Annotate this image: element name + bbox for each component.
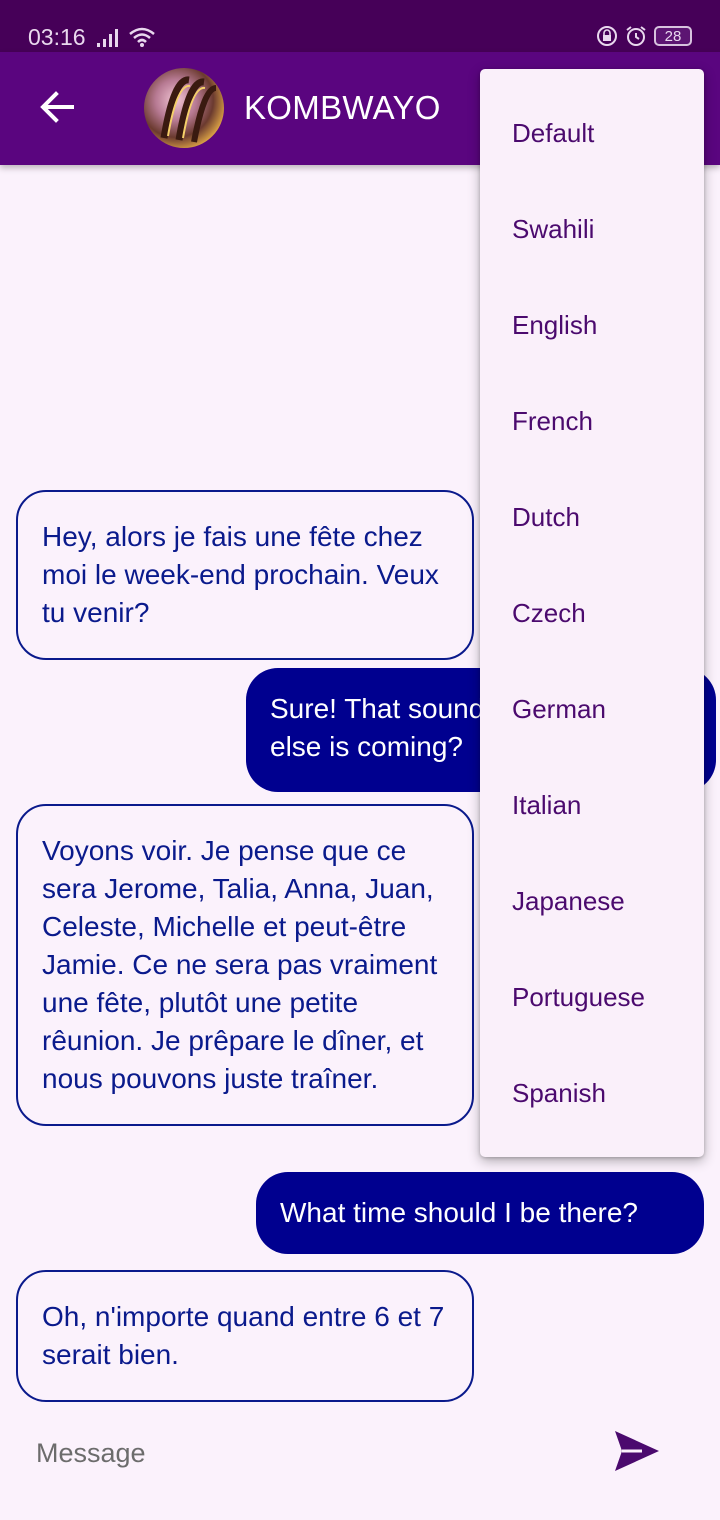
menu-item-japanese[interactable]: Japanese — [480, 853, 704, 949]
menu-item-french[interactable]: French — [480, 373, 704, 469]
avatar-image — [160, 76, 217, 143]
menu-item-dutch[interactable]: Dutch — [480, 469, 704, 565]
signal-icon — [97, 29, 118, 47]
message-bubble-incoming: Voyons voir. Je pense que ce sera Jerome… — [16, 804, 474, 1126]
send-button[interactable] — [612, 1428, 668, 1480]
menu-item-german[interactable]: German — [480, 661, 704, 757]
contact-name[interactable]: KOMBWAYO — [244, 89, 441, 127]
message-bubble-outgoing: What time should I be there? — [256, 1172, 704, 1254]
status-icons-left — [96, 26, 156, 54]
wifi-icon — [129, 27, 156, 47]
avatar[interactable] — [144, 68, 224, 148]
menu-item-portuguese[interactable]: Portuguese — [480, 949, 704, 1045]
message-bubble-incoming: Hey, alors je fais une fête chez moi le … — [16, 490, 474, 660]
send-icon — [615, 1431, 659, 1471]
status-time: 03:16 — [28, 24, 86, 50]
lock-icon — [597, 26, 617, 46]
menu-item-italian[interactable]: Italian — [480, 757, 704, 853]
menu-item-swahili[interactable]: Swahili — [480, 181, 704, 277]
language-menu: Default Swahili English French Dutch Cze… — [480, 69, 704, 1157]
message-input[interactable] — [36, 1428, 576, 1478]
menu-item-czech[interactable]: Czech — [480, 565, 704, 661]
arrow-left-icon — [40, 91, 74, 123]
menu-item-english[interactable]: English — [480, 277, 704, 373]
alarm-icon — [626, 26, 646, 46]
battery-indicator: 28 — [654, 26, 692, 46]
message-bubble-incoming: Oh, n'importe quand entre 6 et 7 serait … — [16, 1270, 474, 1402]
status-bar: 03:16 28 — [0, 0, 720, 52]
message-composer — [0, 1408, 720, 1520]
back-button[interactable] — [32, 82, 82, 132]
menu-item-spanish[interactable]: Spanish — [480, 1045, 704, 1141]
menu-item-default[interactable]: Default — [480, 85, 704, 181]
status-icons-right: 28 — [596, 24, 692, 48]
